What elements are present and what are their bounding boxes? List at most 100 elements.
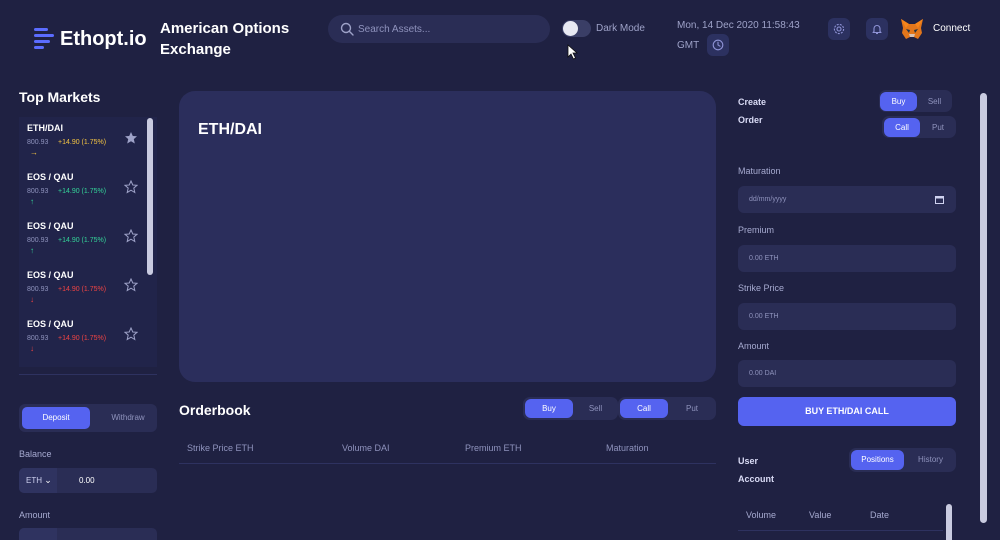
search-bar[interactable] — [328, 15, 550, 43]
market-price: 800.93 — [27, 286, 49, 293]
calendar-icon[interactable] — [935, 195, 944, 204]
market-pair: EOS / QAU — [27, 221, 74, 231]
gear-icon — [833, 23, 845, 35]
logo-icon — [34, 28, 54, 50]
order-buy-button[interactable]: Buy — [880, 92, 917, 111]
star-outline-icon[interactable] — [124, 278, 138, 292]
orderbook-call-button[interactable]: Call — [620, 399, 668, 418]
arrow-down-icon: ↓ — [30, 295, 34, 304]
arrow-down-icon: ↓ — [30, 344, 34, 353]
clock-button[interactable] — [707, 34, 729, 56]
column-header: Volume — [746, 510, 777, 520]
order-buy-sell-toggle[interactable]: Buy Sell — [879, 90, 952, 112]
orderbook-call-put-toggle[interactable]: Call Put — [618, 397, 716, 420]
order-sell-button[interactable]: Sell — [918, 92, 951, 111]
amount-input[interactable]: 0.00 DAI — [738, 360, 956, 387]
amount-label: Amount — [19, 510, 51, 520]
divider — [19, 374, 157, 375]
market-item[interactable]: ETH/DAI 800.93 +14.90 (1.75%) → — [27, 117, 149, 162]
column-header: Premium ETH — [465, 443, 522, 453]
currency-select[interactable]: ETH ⌄ — [19, 468, 57, 493]
amount-field[interactable] — [19, 528, 157, 540]
column-header: Strike Price ETH — [187, 443, 254, 453]
market-pair: EOS / QAU — [27, 319, 74, 329]
tab-history[interactable]: History — [907, 450, 954, 470]
tab-withdraw[interactable]: Withdraw — [103, 407, 153, 429]
positions-scrollbar[interactable] — [946, 504, 952, 540]
market-pair: EOS / QAU — [27, 270, 74, 280]
market-price: 800.93 — [27, 139, 49, 146]
search-icon — [340, 22, 354, 36]
order-call-button[interactable]: Call — [884, 118, 920, 137]
positions-history-toggle[interactable]: Positions History — [849, 448, 956, 472]
toggle-knob — [563, 21, 578, 36]
chart-pair-title: ETH/DAI — [198, 121, 262, 138]
search-input[interactable] — [358, 19, 538, 39]
bell-icon — [872, 25, 882, 35]
arrow-up-icon: ↑ — [30, 197, 34, 206]
notifications-button[interactable] — [866, 18, 888, 40]
timezone: GMT — [677, 40, 700, 51]
mouse-cursor-icon — [567, 44, 579, 60]
balance-field[interactable]: ETH ⌄ 0.00 — [19, 468, 157, 493]
chevron-down-icon: ⌄ — [44, 475, 52, 485]
connect-button[interactable]: Connect — [933, 23, 970, 34]
market-item[interactable]: EOS / QAU 800.93 +14.90 (1.75%) ↑ — [27, 215, 149, 260]
market-change: +14.90 (1.75%) — [58, 188, 107, 195]
orderbook-buy-button[interactable]: Buy — [525, 399, 573, 418]
column-header: Date — [870, 510, 890, 520]
orderbook-sell-button[interactable]: Sell — [575, 399, 616, 418]
column-header: Maturation — [606, 443, 649, 453]
metamask-fox-icon[interactable] — [900, 18, 924, 40]
markets-scrollbar[interactable] — [147, 118, 153, 275]
deposit-withdraw-tabs[interactable]: Deposit Withdraw — [19, 404, 157, 432]
maturation-date-input[interactable]: dd/mm/yyyy — [738, 186, 956, 213]
settings-button[interactable] — [828, 18, 850, 40]
market-price: 800.93 — [27, 335, 49, 342]
orderbook-put-button[interactable]: Put — [670, 399, 714, 418]
clock-icon — [712, 39, 724, 51]
tab-positions[interactable]: Positions — [851, 450, 904, 470]
star-outline-icon[interactable] — [124, 229, 138, 243]
create-order-title: Create Order — [738, 97, 767, 125]
market-item[interactable]: EOS / QAU 800.93 +14.90 (1.75%) ↓ — [27, 264, 149, 309]
balance-value: 0.00 — [79, 476, 95, 485]
orderbook-title: Orderbook — [179, 402, 251, 418]
divider — [738, 530, 943, 531]
arrow-up-icon: ↑ — [30, 246, 34, 255]
column-header: Volume DAI — [342, 443, 390, 453]
amount-label-right: Amount — [738, 341, 770, 351]
page-scrollbar[interactable] — [980, 93, 987, 523]
column-header: Value — [809, 510, 832, 520]
premium-label: Premium — [738, 225, 775, 235]
market-item[interactable]: EOS / QAU 800.93 +14.90 (1.75%) ↑ — [27, 166, 149, 211]
market-change: +14.90 (1.75%) — [58, 237, 107, 244]
star-filled-icon[interactable] — [124, 131, 138, 145]
tab-deposit[interactable]: Deposit — [22, 407, 90, 429]
order-call-put-toggle[interactable]: Call Put — [882, 116, 956, 138]
logo-text[interactable]: Ethopt.io — [60, 28, 147, 51]
top-markets-title: Top Markets — [19, 89, 101, 105]
market-price: 800.93 — [27, 188, 49, 195]
star-outline-icon[interactable] — [124, 327, 138, 341]
dark-mode-toggle[interactable] — [562, 20, 591, 37]
market-item[interactable]: EOS / QAU 800.93 +14.90 (1.75%) ↓ — [27, 313, 149, 358]
markets-list[interactable]: ETH/DAI 800.93 +14.90 (1.75%) → EOS / QA… — [19, 117, 157, 367]
currency-select[interactable] — [19, 528, 57, 540]
app-title: American Options Exchange — [160, 20, 290, 58]
maturation-label: Maturation — [738, 166, 781, 176]
star-outline-icon[interactable] — [124, 180, 138, 194]
orderbook-buy-sell-toggle[interactable]: Buy Sell — [523, 397, 618, 420]
submit-order-button[interactable]: BUY ETH/DAI CALL — [738, 397, 956, 426]
market-change: +14.90 (1.75%) — [58, 335, 107, 342]
market-price: 800.93 — [27, 237, 49, 244]
strike-price-label: Strike Price — [738, 283, 785, 293]
chart-panel: ETH/DAI — [179, 91, 716, 382]
order-put-button[interactable]: Put — [922, 118, 954, 137]
premium-input[interactable]: 0.00 ETH — [738, 245, 956, 272]
market-change: +14.90 (1.75%) — [58, 286, 107, 293]
market-change: +14.90 (1.75%) — [58, 139, 107, 146]
market-pair: EOS / QAU — [27, 172, 74, 182]
user-account-title: User Account — [738, 456, 774, 484]
strike-price-input[interactable]: 0.00 ETH — [738, 303, 956, 330]
